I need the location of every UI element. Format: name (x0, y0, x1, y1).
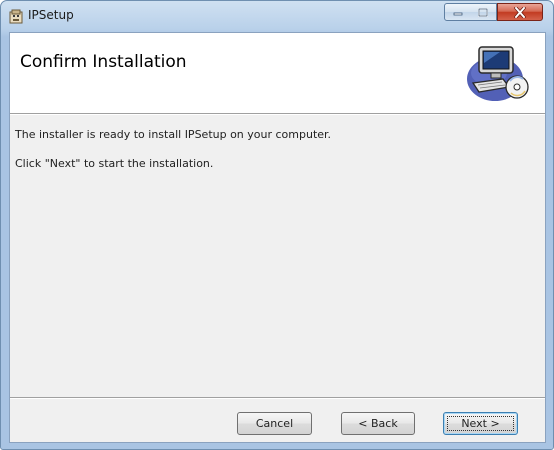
header-banner: Confirm Installation (10, 33, 545, 113)
installer-window: IPSetup Confirm Installation The install… (0, 0, 554, 450)
title-bar[interactable]: IPSetup (1, 1, 553, 32)
installer-app-icon (9, 9, 23, 24)
maximize-icon (478, 7, 488, 17)
minimize-button[interactable] (444, 3, 471, 21)
dialog-client-area: Confirm Installation The installer is re… (9, 32, 546, 443)
page-title: Confirm Installation (20, 52, 187, 72)
header-divider (10, 113, 545, 115)
footer-divider (10, 397, 545, 399)
focus-indicator (447, 416, 514, 431)
close-icon (514, 6, 526, 18)
maximize-button[interactable] (470, 3, 497, 21)
back-button[interactable]: < Back (341, 412, 415, 435)
minimize-icon (453, 12, 462, 16)
next-button[interactable]: Next > (443, 412, 518, 435)
cancel-button[interactable]: Cancel (237, 412, 312, 435)
close-button[interactable] (497, 3, 543, 21)
computer-cd-icon (467, 46, 529, 101)
instruction-message: Click "Next" to start the installation. (15, 157, 214, 170)
ready-message: The installer is ready to install IPSetu… (15, 128, 332, 141)
window-title: IPSetup (28, 8, 74, 22)
